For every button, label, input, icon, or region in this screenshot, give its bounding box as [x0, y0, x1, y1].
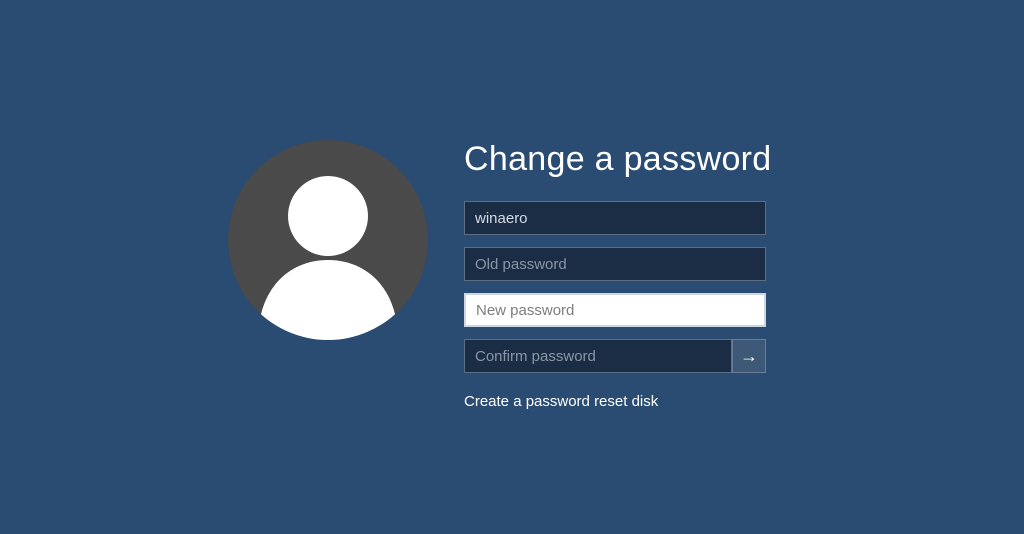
confirm-row: → — [464, 339, 766, 373]
change-password-panel: Change a password → Create a password re… — [228, 140, 772, 410]
arrow-right-icon: → — [740, 346, 758, 367]
new-password-field[interactable] — [464, 293, 766, 327]
form-area: Change a password → Create a password re… — [464, 140, 772, 410]
confirm-password-field[interactable] — [464, 339, 732, 373]
username-field[interactable] — [464, 201, 766, 235]
person-icon — [228, 140, 428, 340]
submit-button[interactable]: → — [732, 339, 766, 373]
user-avatar — [228, 140, 428, 340]
page-title: Change a password — [464, 140, 772, 179]
password-reset-disk-link[interactable]: Create a password reset disk — [464, 393, 772, 410]
old-password-field[interactable] — [464, 247, 766, 281]
